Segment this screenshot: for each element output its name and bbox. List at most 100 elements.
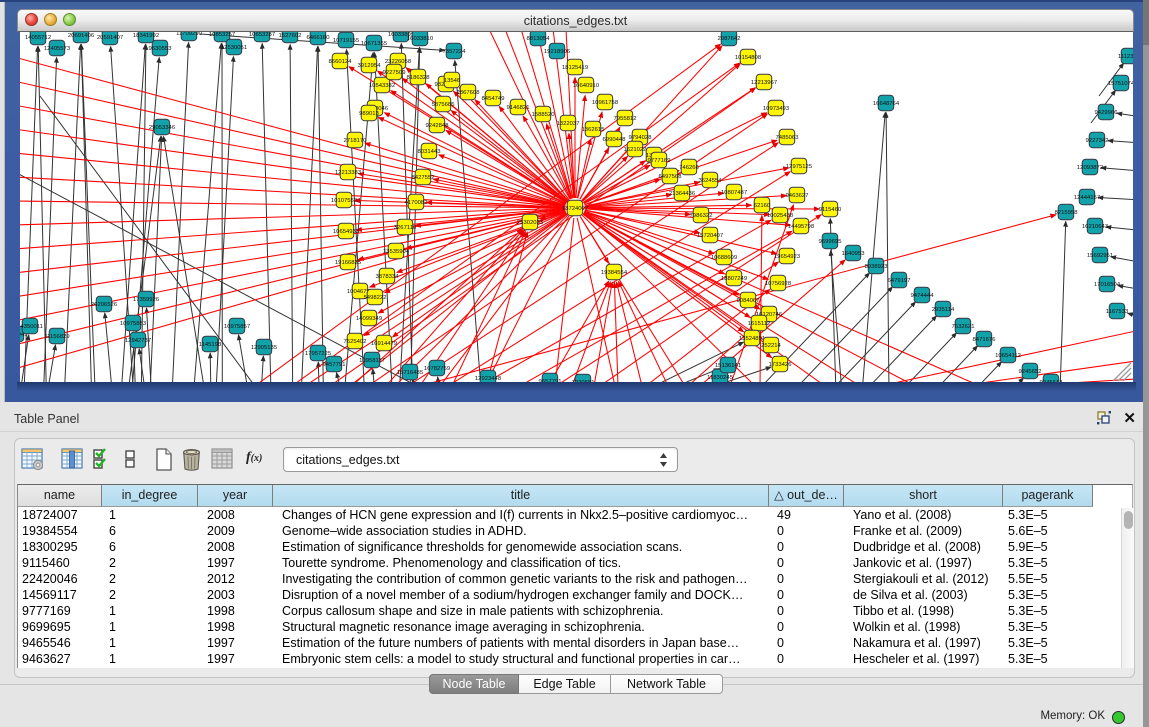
svg-text:9146821: 9146821	[507, 105, 530, 111]
svg-text:1621022: 1621022	[624, 147, 647, 153]
svg-text:25302033: 25302033	[517, 220, 544, 226]
svg-text:18125419: 18125419	[562, 65, 588, 71]
svg-text:2718170: 2718170	[344, 138, 368, 144]
svg-text:8427552: 8427552	[412, 175, 435, 181]
svg-text:12923448: 12923448	[475, 376, 502, 382]
svg-text:252214: 252214	[761, 343, 781, 349]
svg-text:11830245: 11830245	[707, 375, 733, 381]
svg-text:8215958: 8215958	[1055, 210, 1079, 216]
svg-text:10807487: 10807487	[721, 190, 747, 196]
svg-text:746266: 746266	[679, 165, 699, 171]
svg-text:12444157: 12444157	[1074, 195, 1100, 201]
svg-text:15716485: 15716485	[397, 370, 424, 376]
svg-text:7625402: 7625402	[344, 339, 367, 345]
svg-text:1527602: 1527602	[279, 33, 302, 39]
svg-text:3624554: 3624554	[699, 178, 723, 184]
svg-text:12905135: 12905135	[251, 345, 278, 351]
svg-text:1167533: 1167533	[1106, 309, 1129, 315]
svg-text:7955812: 7955812	[614, 116, 637, 122]
svg-text:21364436: 21364436	[669, 191, 696, 197]
svg-text:1588520: 1588520	[532, 112, 556, 118]
svg-text:3912954: 3912954	[358, 63, 382, 69]
svg-text:10853257: 10853257	[209, 32, 235, 38]
svg-text:9657791: 9657791	[539, 379, 562, 382]
svg-text:8031443: 8031443	[418, 149, 442, 155]
svg-text:7986322: 7986322	[690, 213, 713, 219]
svg-text:9429966: 9429966	[1095, 110, 1119, 116]
svg-text:3267110: 3267110	[394, 225, 417, 231]
svg-text:2935114: 2935114	[932, 307, 955, 313]
svg-text:1322037: 1322037	[557, 121, 580, 127]
svg-text:10958117: 10958117	[359, 358, 385, 364]
svg-text:18724007: 18724007	[562, 206, 588, 212]
svg-text:17016504: 17016504	[1094, 282, 1121, 288]
svg-text:14350011: 14350011	[20, 324, 43, 330]
svg-text:9227509: 9227509	[383, 70, 406, 76]
svg-text:14055712: 14055712	[25, 35, 51, 41]
svg-text:16914479: 16914479	[371, 341, 397, 347]
svg-text:19384554: 19384554	[601, 270, 628, 276]
svg-text:9794028: 9794028	[629, 135, 653, 141]
svg-text:12530051: 12530051	[221, 45, 247, 51]
svg-text:9242848: 9242848	[426, 123, 450, 129]
svg-text:9227342: 9227342	[1086, 138, 1109, 144]
svg-text:4170082: 4170082	[405, 200, 428, 206]
svg-text:11709290: 11709290	[176, 32, 202, 37]
svg-text:16033810: 16033810	[407, 36, 434, 42]
svg-text:2087642: 2087642	[718, 36, 741, 42]
svg-text:3878334: 3878334	[376, 274, 400, 280]
svg-text:10025438: 10025438	[767, 213, 794, 219]
svg-text:10543382: 10543382	[369, 83, 395, 89]
svg-text:7632621: 7632621	[952, 324, 975, 330]
svg-text:26206526: 26206526	[91, 302, 118, 308]
svg-text:29053346: 29053346	[149, 125, 176, 131]
svg-text:7357224: 7357224	[443, 49, 467, 55]
svg-text:16782759: 16782759	[424, 366, 450, 372]
svg-text:12213967: 12213967	[751, 80, 777, 86]
svg-text:12213383: 12213383	[335, 170, 362, 176]
svg-text:9457791: 9457791	[323, 362, 346, 368]
svg-text:10688609: 10688609	[711, 255, 737, 261]
svg-text:1640953: 1640953	[842, 251, 866, 257]
svg-text:10654933: 10654933	[333, 229, 360, 235]
svg-text:2867608: 2867608	[457, 90, 481, 96]
svg-text:10973493: 10973493	[763, 106, 790, 112]
svg-text:10961758: 10961758	[592, 100, 619, 106]
svg-text:8938923: 8938923	[865, 264, 889, 270]
svg-text:1733426: 1733426	[769, 362, 793, 368]
svg-text:9630553: 9630553	[149, 46, 173, 52]
svg-text:10654112: 10654112	[995, 353, 1021, 359]
svg-text:10975857: 10975857	[224, 324, 250, 330]
svg-text:989013: 989013	[359, 111, 379, 117]
svg-text:15692951: 15692951	[1087, 253, 1113, 259]
svg-text:9115460: 9115460	[819, 207, 842, 213]
svg-text:19218906: 19218906	[544, 49, 571, 55]
svg-text:8471676: 8471676	[973, 337, 997, 343]
svg-text:10107553: 10107553	[331, 198, 358, 204]
svg-text:19654923: 19654923	[774, 254, 801, 260]
svg-text:9474444: 9474444	[911, 293, 935, 299]
svg-text:10671355: 10671355	[361, 41, 388, 47]
svg-text:17359926: 17359926	[133, 297, 160, 303]
svg-text:15720407: 15720407	[697, 233, 723, 239]
svg-text:18341992: 18341992	[133, 33, 159, 39]
svg-text:10653287: 10653287	[249, 32, 275, 38]
svg-text:11156829: 11156829	[44, 334, 69, 340]
svg-text:6497568: 6497568	[659, 174, 683, 180]
svg-text:12093872: 12093872	[1077, 165, 1103, 171]
svg-text:10975853: 10975853	[120, 321, 147, 327]
svg-text:9245652: 9245652	[1019, 369, 1042, 375]
svg-text:6479197: 6479197	[888, 278, 911, 284]
svg-text:6990448: 6990448	[603, 137, 627, 143]
svg-text:14099349: 14099349	[356, 316, 382, 322]
svg-text:20591407: 20591407	[97, 35, 123, 41]
svg-text:20691406: 20691406	[68, 33, 95, 39]
svg-text:9463627: 9463627	[786, 193, 809, 199]
svg-text:13535904: 13535904	[383, 249, 410, 255]
svg-text:19166825: 19166825	[335, 260, 362, 266]
svg-text:15136141: 15136141	[715, 363, 741, 369]
svg-text:1112384: 1112384	[1118, 54, 1133, 60]
svg-text:13546: 13546	[444, 78, 461, 84]
svg-text:12405573: 12405573	[44, 46, 71, 52]
svg-text:6466160: 6466160	[307, 35, 331, 41]
